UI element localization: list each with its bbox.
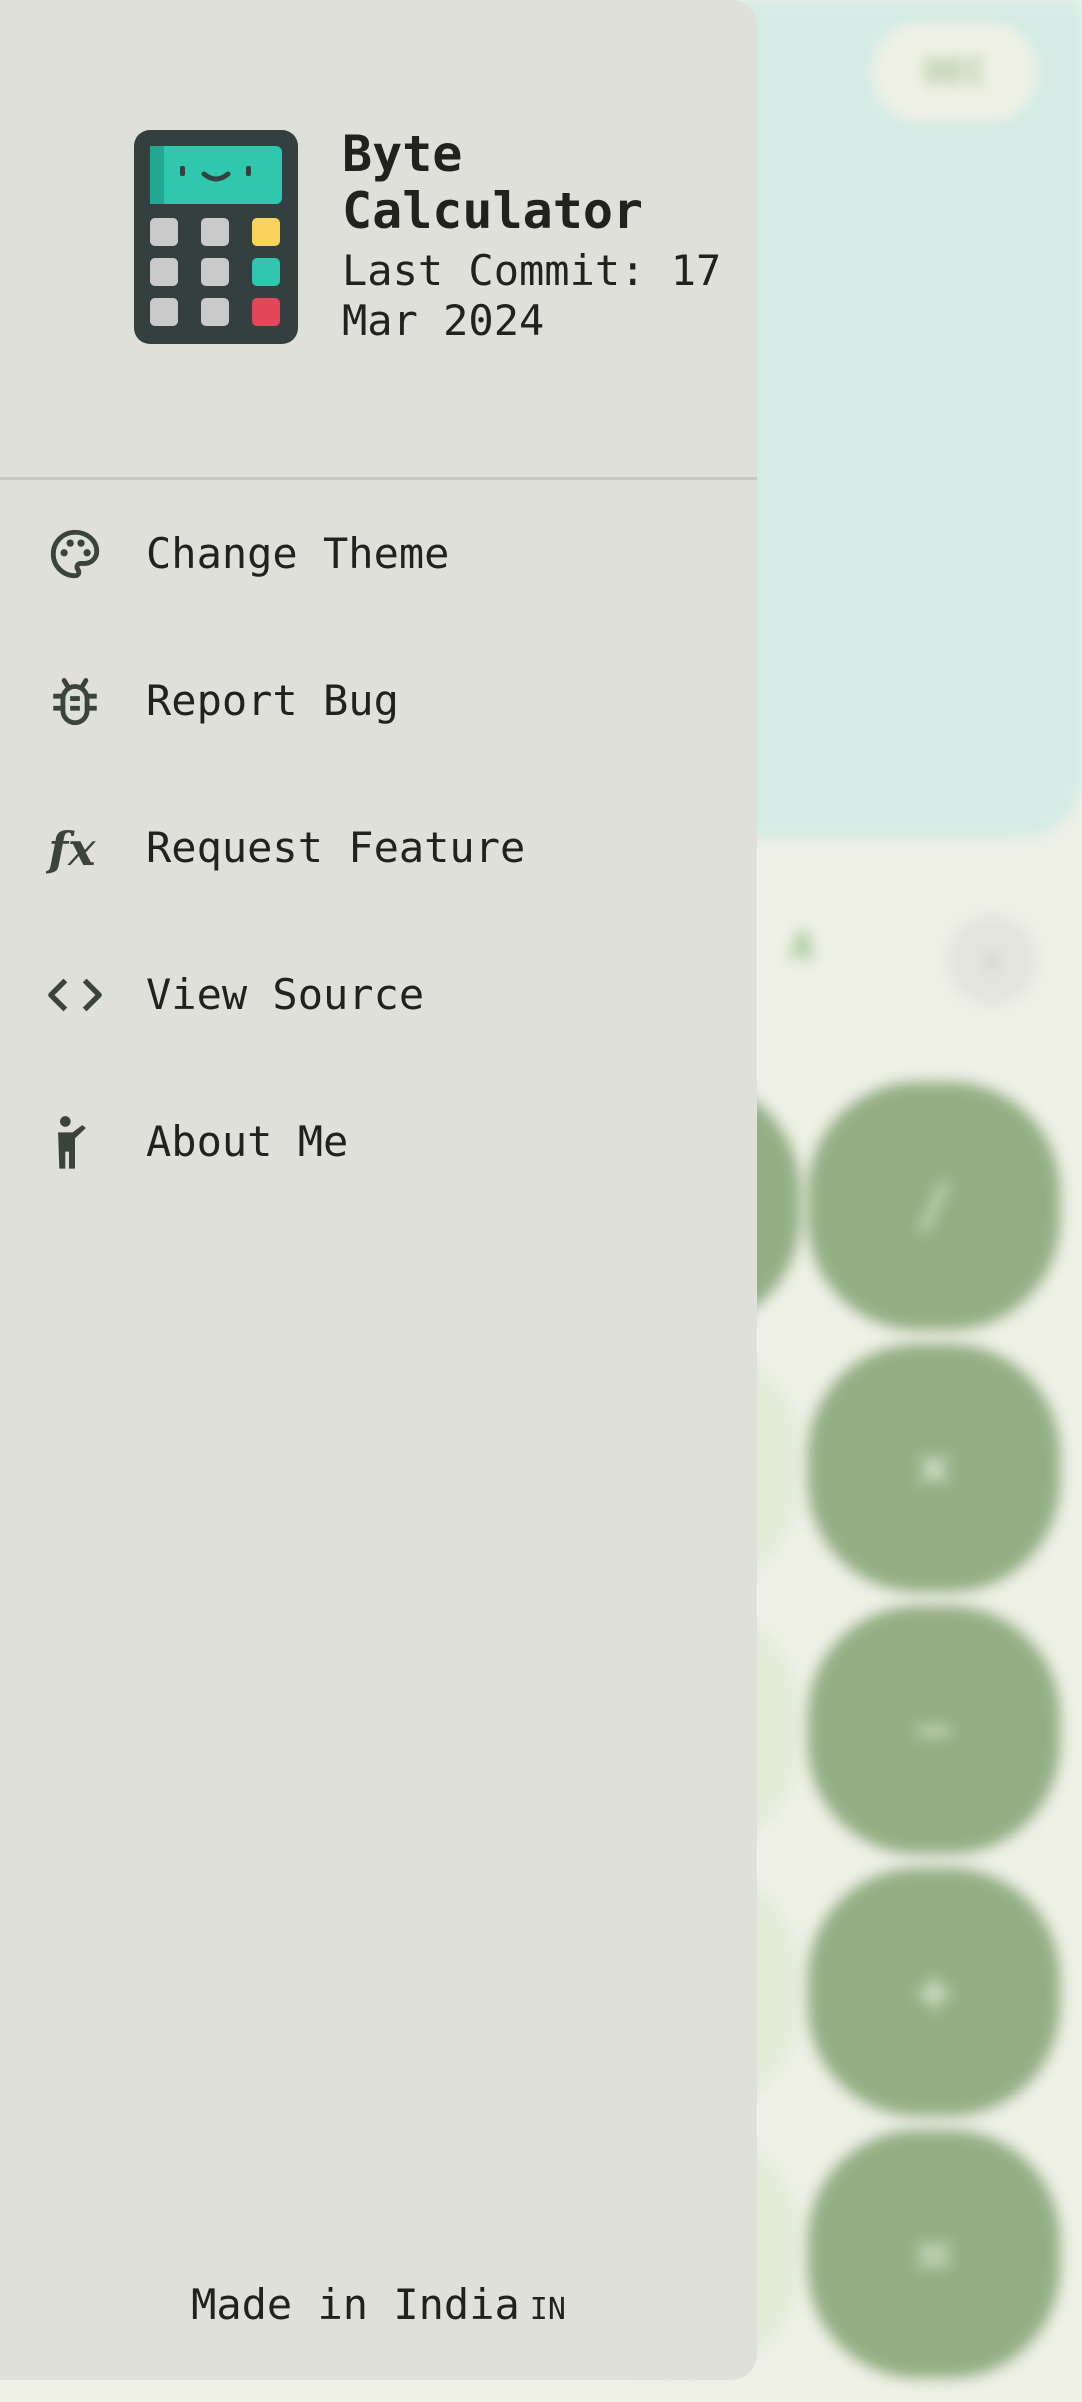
- menu-item-label: Change Theme: [146, 529, 450, 578]
- footer-text: Made in India: [191, 2280, 520, 2329]
- menu-item-label: Report Bug: [146, 676, 399, 725]
- svg-text:fx: fx: [46, 821, 96, 875]
- menu-item-change-theme[interactable]: Change Theme: [0, 480, 757, 627]
- hex-key-a[interactable]: A: [790, 924, 814, 970]
- drawer-footer: Made in India IN: [0, 2280, 757, 2329]
- add-button[interactable]: +: [808, 1868, 1060, 2116]
- drawer-menu: Change Theme Report Bug fx Request Featu…: [0, 480, 757, 1215]
- menu-item-label: Request Feature: [146, 823, 526, 872]
- india-flag-icon: IN: [529, 2292, 566, 2327]
- subtract-button[interactable]: −: [808, 1606, 1060, 1854]
- code-icon: [40, 960, 110, 1030]
- drawer-header: Byte Calculator Last Commit: 17 Mar 2024: [0, 0, 757, 478]
- multiply-button[interactable]: ×: [808, 1344, 1060, 1592]
- app-name: Byte Calculator: [342, 125, 644, 240]
- calculator-logo-icon: [134, 130, 298, 344]
- palette-icon: [40, 519, 110, 589]
- divide-button[interactable]: /: [808, 1082, 1060, 1330]
- menu-item-label: About Me: [146, 1117, 349, 1166]
- last-commit-label: Last Commit: 17 Mar 2024: [342, 246, 722, 345]
- menu-item-label: View Source: [146, 970, 425, 1019]
- equals-button[interactable]: =: [808, 2130, 1060, 2378]
- navigation-drawer: Byte Calculator Last Commit: 17 Mar 2024…: [0, 0, 757, 2380]
- menu-item-report-bug[interactable]: Report Bug: [0, 627, 757, 774]
- bug-icon: [40, 666, 110, 736]
- menu-item-about-me[interactable]: About Me: [0, 1068, 757, 1215]
- menu-item-request-feature[interactable]: fx Request Feature: [0, 774, 757, 921]
- person-waving-icon: [40, 1107, 110, 1177]
- number-mode-button[interactable]: DEC: [872, 22, 1038, 122]
- function-icon: fx: [40, 813, 110, 883]
- backspace-button[interactable]: ‹: [946, 914, 1038, 1006]
- menu-item-view-source[interactable]: View Source: [0, 921, 757, 1068]
